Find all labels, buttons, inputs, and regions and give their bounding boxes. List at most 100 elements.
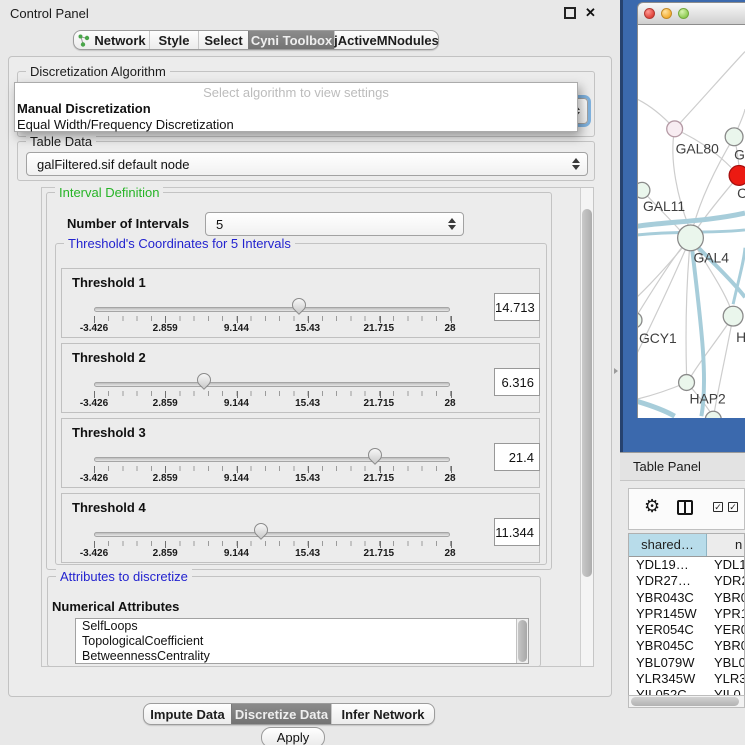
list-scrollbar-thumb[interactable] bbox=[518, 620, 527, 662]
split-columns-icon[interactable] bbox=[677, 500, 693, 515]
slider-thumb[interactable] bbox=[290, 295, 310, 315]
table-cell: YDL1 bbox=[707, 557, 744, 573]
number-of-intervals-combobox[interactable]: 5 bbox=[205, 212, 464, 236]
network-window-titlebar[interactable] bbox=[637, 2, 745, 25]
column-header-shared-name[interactable]: shared… bbox=[629, 534, 707, 556]
table-cell: YBR045C bbox=[629, 638, 707, 654]
apply-button[interactable]: Apply bbox=[261, 727, 325, 745]
attribute-item[interactable]: SelfLoops bbox=[76, 619, 528, 634]
checkbox-icon[interactable]: ✓ bbox=[713, 502, 723, 512]
main-scrollbar[interactable] bbox=[580, 188, 593, 666]
threshold-value-field[interactable]: 11.344 bbox=[494, 518, 540, 546]
checkbox-icon[interactable]: ✓ bbox=[728, 502, 738, 512]
tick-label: 2.859 bbox=[153, 323, 178, 334]
table-row[interactable]: YDL19…YDL1 bbox=[629, 557, 744, 573]
cyni-toolbox-panel: Discretization Algorithm Table Data galF… bbox=[8, 56, 612, 697]
table-row[interactable]: YER054CYER0 bbox=[629, 622, 744, 638]
application-root: Control Panel ✕ Network Style Select Cyn… bbox=[0, 0, 745, 745]
node-right[interactable] bbox=[723, 306, 743, 326]
node-gal11[interactable] bbox=[637, 182, 650, 198]
node-gcy1[interactable] bbox=[637, 312, 642, 328]
table-horizontal-scrollbar-thumb[interactable] bbox=[631, 697, 739, 706]
tick-label: 9.144 bbox=[224, 323, 249, 334]
threshold-4-panel: Threshold 4 -3.4262.8599.14415.4321.7152… bbox=[61, 493, 540, 563]
combo-stepper-icon bbox=[572, 158, 580, 170]
threshold-label: Threshold 4 bbox=[72, 500, 146, 515]
node-bottom-partial[interactable] bbox=[705, 411, 721, 418]
attribute-item[interactable]: TopologicalCoefficient bbox=[76, 634, 528, 649]
tab-label: Network bbox=[94, 33, 145, 48]
slider-thumb[interactable] bbox=[365, 445, 385, 465]
dropdown-option-equal-width[interactable]: Equal Width/Frequency Discretization bbox=[15, 116, 577, 132]
splitter-handle[interactable] bbox=[614, 368, 619, 374]
tab-style[interactable]: Style bbox=[149, 31, 198, 49]
close-icon[interactable]: ✕ bbox=[585, 7, 597, 19]
table-cell: YBR0 bbox=[707, 638, 744, 654]
thresholds-group: Threshold's Coordinates for 5 Intervals … bbox=[55, 243, 547, 565]
node-pink[interactable] bbox=[667, 121, 683, 137]
attribute-item[interactable]: BetweennessCentrality bbox=[76, 649, 528, 664]
node-label-partial-g: G. bbox=[734, 147, 745, 163]
table-row[interactable]: YLR345WYLR3 bbox=[629, 671, 744, 687]
node-selected-red[interactable] bbox=[729, 166, 745, 186]
table-row[interactable]: YBR043CYBR0 bbox=[629, 590, 744, 606]
dropdown-option-manual[interactable]: Manual Discretization bbox=[15, 100, 577, 116]
tab-label: Select bbox=[204, 33, 242, 48]
tab-label: Infer Network bbox=[341, 707, 424, 722]
minimize-traffic-light-icon[interactable] bbox=[661, 8, 672, 19]
tab-discretize-data[interactable]: Discretize Data bbox=[231, 704, 331, 724]
table-row[interactable]: YIL052CYIL0 bbox=[629, 687, 744, 695]
table-cell: YIL0 bbox=[707, 687, 744, 695]
table-row[interactable]: YPR145WYPR1 bbox=[629, 606, 744, 622]
table-horizontal-scrollbar[interactable] bbox=[628, 695, 745, 708]
table-row[interactable]: YBR045CYBR0 bbox=[629, 638, 744, 654]
tab-impute-data[interactable]: Impute Data bbox=[144, 704, 231, 724]
close-traffic-light-icon[interactable] bbox=[644, 8, 655, 19]
table-data-selected: galFiltered.sif default node bbox=[27, 157, 189, 172]
table-data-combobox[interactable]: galFiltered.sif default node bbox=[26, 152, 588, 176]
threshold-label: Threshold 3 bbox=[72, 425, 146, 440]
table-cell: YBL079W bbox=[629, 655, 707, 671]
slider-ticks bbox=[94, 466, 451, 473]
group-title: Table Data bbox=[26, 134, 96, 149]
table-cell: YIL052C bbox=[629, 687, 707, 695]
tick-label: 2.859 bbox=[153, 548, 178, 559]
table-row[interactable]: YDR27…YDR2 bbox=[629, 573, 744, 589]
tick-label: 21.715 bbox=[364, 398, 395, 409]
slider-ticks bbox=[94, 541, 451, 548]
list-scrollbar[interactable] bbox=[516, 619, 528, 663]
tick-label: 15.43 bbox=[295, 398, 320, 409]
network-canvas[interactable]: GAL80 G. C GAL11 GAL4 GCY1 H HAP2 bbox=[637, 25, 745, 418]
tick-label: 21.715 bbox=[364, 548, 395, 559]
tab-cyni-toolbox[interactable]: Cyni Toolbox bbox=[248, 31, 334, 49]
gear-icon[interactable]: ⚙ bbox=[644, 497, 660, 515]
float-window-icon[interactable] bbox=[564, 7, 576, 19]
network-icon bbox=[77, 34, 90, 47]
threshold-value-field[interactable]: 21.4 bbox=[494, 443, 540, 471]
node-hap2[interactable] bbox=[679, 375, 695, 391]
tab-jactivemnodules[interactable]: jActiveMNodules bbox=[334, 31, 438, 49]
zoom-traffic-light-icon[interactable] bbox=[678, 8, 689, 19]
tick-label: 15.43 bbox=[295, 323, 320, 334]
tab-infer-network[interactable]: Infer Network bbox=[331, 704, 434, 724]
tab-label: Impute Data bbox=[150, 707, 224, 722]
tab-network[interactable]: Network bbox=[74, 31, 149, 49]
slider-thumb[interactable] bbox=[194, 370, 214, 390]
slider-thumb[interactable] bbox=[251, 520, 271, 540]
main-scrollbar-thumb[interactable] bbox=[582, 209, 592, 577]
tab-select[interactable]: Select bbox=[198, 31, 248, 49]
node-top-right[interactable] bbox=[725, 128, 743, 146]
table-cell: YBL0 bbox=[707, 655, 744, 671]
table-row[interactable]: YBL079WYBL0 bbox=[629, 655, 744, 671]
threshold-value-field[interactable]: 6.316 bbox=[494, 368, 540, 396]
tab-label: Style bbox=[158, 33, 189, 48]
column-header-name[interactable]: n bbox=[707, 534, 744, 556]
tick-label: 21.715 bbox=[364, 323, 395, 334]
threshold-value-field[interactable]: 14.713 bbox=[494, 293, 540, 321]
tick-labels: -3.4262.8599.14415.4321.71528 bbox=[94, 323, 450, 335]
node-gal4[interactable] bbox=[678, 225, 704, 251]
dropdown-hint-item[interactable]: Select algorithm to view settings bbox=[15, 83, 577, 100]
tick-label: 28 bbox=[444, 398, 455, 409]
cyni-mode-tabs: Impute Data Discretize Data Infer Networ… bbox=[143, 703, 435, 725]
node-label-gcy1: GCY1 bbox=[639, 330, 677, 346]
